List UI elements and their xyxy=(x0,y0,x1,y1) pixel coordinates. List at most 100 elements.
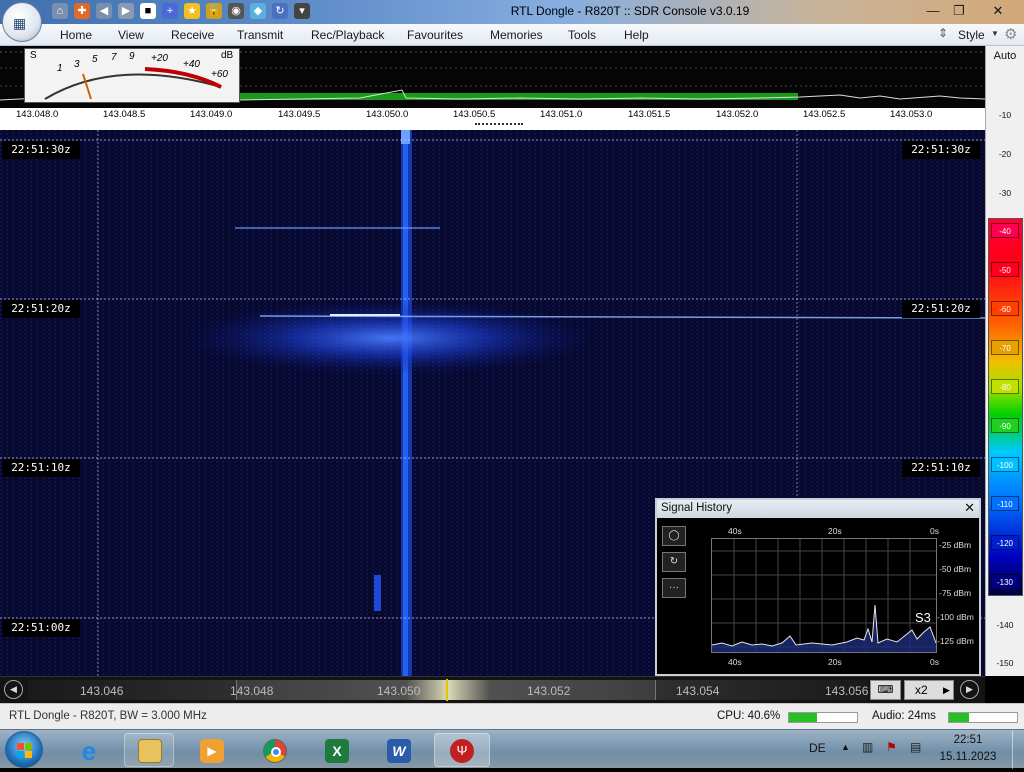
more-options-button[interactable]: ··· xyxy=(662,578,686,598)
menu-view[interactable]: View xyxy=(118,28,144,42)
timestamp-label: 22:51:00z xyxy=(2,619,80,637)
waterfall-divider[interactable] xyxy=(0,122,985,130)
s-reading: S3 xyxy=(915,610,931,625)
freq-tick: 143.050.0 xyxy=(366,109,409,120)
signal-history-title: Signal History xyxy=(661,502,732,514)
lock-icon[interactable]: 🔒 xyxy=(206,3,222,19)
app-icon: ▦ xyxy=(13,15,27,31)
menu-favourites[interactable]: Favourites xyxy=(407,28,463,42)
show-hidden-icons-icon[interactable]: ▲ xyxy=(841,742,850,752)
close-icon[interactable]: ✕ xyxy=(964,500,975,516)
taskbar-app-ie[interactable]: e xyxy=(63,733,113,767)
signal-history-panel[interactable]: Signal History ✕ ◯ ↻ ··· 40s 20s 0s -25 … xyxy=(655,498,981,676)
menu-home[interactable]: Home xyxy=(60,28,92,42)
word-icon: W xyxy=(387,739,411,763)
camera-icon[interactable]: ◉ xyxy=(228,3,244,19)
back-icon[interactable]: ◀ xyxy=(96,3,112,19)
taskbar-app-sdr-console[interactable]: Ψ xyxy=(434,733,490,767)
timestamp-label-right: 22:51:30z xyxy=(902,141,980,159)
settings-gear-icon[interactable]: ⚙ xyxy=(1004,25,1017,43)
menu-rec-playback[interactable]: Rec/Playback xyxy=(311,28,384,42)
style-menu[interactable]: Style xyxy=(958,28,985,42)
smeter-tick: +60 xyxy=(211,69,228,80)
audio-meter xyxy=(948,712,1018,723)
cpu-meter xyxy=(788,712,858,723)
cpu-status: CPU: 40.6% xyxy=(717,710,781,722)
zoom-arrow-icon: ▶ xyxy=(943,685,950,695)
minimize-button[interactable]: — xyxy=(920,1,946,21)
freq-tick: 143.050.5 xyxy=(453,109,496,120)
signal-history-header[interactable]: Signal History ✕ xyxy=(657,500,979,518)
keyboard-icon[interactable]: ⌨ xyxy=(870,680,901,700)
stop-icon[interactable]: ■ xyxy=(140,3,156,19)
timestamp-label: 22:51:20z xyxy=(2,300,80,318)
audio-meter-fill xyxy=(949,713,970,722)
zoom-selector[interactable]: x2 ▶ xyxy=(904,680,954,700)
taskbar-app-chrome[interactable] xyxy=(249,733,299,767)
clock-time[interactable]: 22:51 xyxy=(940,734,996,746)
customize-icon[interactable]: ▾ xyxy=(294,3,310,19)
input-language[interactable]: DE xyxy=(809,741,826,755)
help-icon[interactable]: ✚ xyxy=(74,3,90,19)
time-label: 20s xyxy=(828,657,842,667)
start-button[interactable] xyxy=(5,731,43,768)
time-label: 40s xyxy=(728,657,742,667)
menu-receive[interactable]: Receive xyxy=(171,28,214,42)
splitter-grip-icon[interactable] xyxy=(475,123,523,126)
tuning-freq-label: 143.052 xyxy=(527,684,571,698)
freq-tick: 143.052.0 xyxy=(716,109,759,120)
maximize-button[interactable]: ❐ xyxy=(946,1,972,21)
action-center-icon[interactable]: ⚑ xyxy=(886,740,897,754)
reset-button[interactable]: ↻ xyxy=(662,552,686,572)
style-dropdown-icon[interactable]: ▼ xyxy=(991,29,999,38)
audio-status: Audio: 24ms xyxy=(872,710,936,722)
network-icon[interactable]: ▥ xyxy=(862,740,873,754)
refresh-icon[interactable]: ↻ xyxy=(272,3,288,19)
smeter-tick: 9 xyxy=(129,51,135,62)
scroll-left-icon[interactable]: ◀ xyxy=(4,680,23,699)
smeter-tick: 7 xyxy=(111,52,117,63)
tuning-bar[interactable]: ◀ 143.046 143.048 143.050 143.052 143.05… xyxy=(0,676,985,703)
dbm-label: -25 dBm xyxy=(939,540,972,550)
status-bar: RTL Dongle - R820T, BW = 3.000 MHz CPU: … xyxy=(0,703,1024,729)
taskbar-app-media[interactable]: ▶ xyxy=(186,733,236,767)
dbm-label: -75 dBm xyxy=(939,588,972,598)
window-title: RTL Dongle - R820T :: SDR Console v3.0.1… xyxy=(510,4,750,18)
drop-icon[interactable]: ◆ xyxy=(250,3,266,19)
auto-scale-button[interactable]: Auto xyxy=(986,50,1024,68)
freq-tick: 143.051.0 xyxy=(540,109,583,120)
menu-help[interactable]: Help xyxy=(624,28,649,42)
db-tick: -20 xyxy=(998,149,1012,159)
media-player-icon: ▶ xyxy=(200,739,224,763)
db-swatch: -70 xyxy=(991,340,1019,355)
menu-transmit[interactable]: Transmit xyxy=(237,28,283,42)
menu-bar: Home View Receive Transmit Rec/Playback … xyxy=(0,24,1024,46)
star-icon[interactable]: ★ xyxy=(184,3,200,19)
tuning-freq-label: 143.046 xyxy=(80,684,124,698)
timestamp-label: 22:51:10z xyxy=(2,459,80,477)
db-swatch: -130 xyxy=(991,574,1019,589)
menu-tools[interactable]: Tools xyxy=(568,28,596,42)
record-toggle-button[interactable]: ◯ xyxy=(662,526,686,546)
taskbar-app-word[interactable]: W xyxy=(373,733,423,767)
home-icon[interactable]: ⌂ xyxy=(52,3,68,19)
scroll-right-icon[interactable]: ▶ xyxy=(960,680,979,699)
freq-tick: 143.048.0 xyxy=(16,109,59,120)
close-button[interactable]: ✕ xyxy=(985,1,1011,21)
windows-logo-icon xyxy=(17,743,32,758)
tuning-marker[interactable] xyxy=(446,679,448,701)
chrome-icon xyxy=(263,739,287,763)
menu-memories[interactable]: Memories xyxy=(490,28,543,42)
taskbar-app-explorer[interactable] xyxy=(124,733,174,767)
frequency-scale[interactable]: 143.048.0 143.048.5 143.049.0 143.049.5 … xyxy=(0,108,985,122)
play-icon[interactable]: ▶ xyxy=(118,3,134,19)
add-icon[interactable]: + xyxy=(162,3,178,19)
tuning-freq-label: 143.054 xyxy=(676,684,720,698)
app-menu-button[interactable]: ▦ xyxy=(2,2,42,42)
clock-date[interactable]: 15.11.2023 xyxy=(938,751,998,763)
dbm-label: -50 dBm xyxy=(939,564,972,574)
taskbar-app-excel[interactable]: X xyxy=(311,733,361,767)
signal-history-plot xyxy=(711,538,937,653)
volume-icon[interactable]: ▤ xyxy=(910,740,921,754)
show-desktop-button[interactable] xyxy=(1012,730,1024,769)
